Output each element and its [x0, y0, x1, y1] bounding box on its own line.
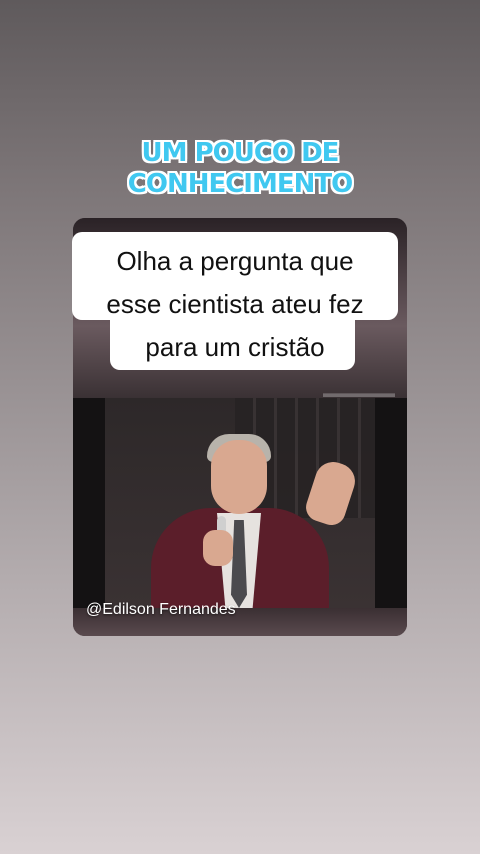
speaker-left-hand [203, 530, 233, 566]
speaker-face [211, 440, 267, 514]
question-line-3: para um cristão [145, 332, 325, 362]
creator-handle: @Edilson Fernandes [86, 601, 236, 618]
headline-line-2: CONHECIMENTO [127, 169, 353, 199]
video-frame [73, 398, 407, 608]
question-line-2: esse cientista ateu fez [106, 289, 364, 319]
headline-line-1: UM POUCO DE [141, 138, 340, 168]
question-caption: Olha a pergunta que esse cientista ateu … [72, 240, 398, 369]
headline-text: UM POUCO DE CONHECIMENTO [0, 138, 480, 200]
question-line-1: Olha a pergunta que [116, 246, 354, 276]
speaker-scene [105, 398, 375, 608]
